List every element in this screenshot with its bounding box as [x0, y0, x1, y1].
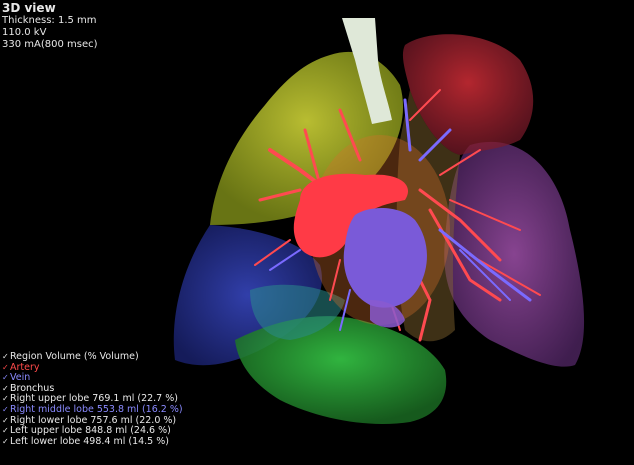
legend-items: ✓Artery ✓Vein ✓Bronchus ✓Right upper lobe 7… — [2, 361, 183, 448]
legend-item[interactable]: ✓Left lower lobe 498.4 ml (14.5 %) — [2, 435, 183, 448]
checkbox-icon[interactable]: ✓ — [2, 405, 9, 416]
legend-item-label: Right middle lobe 553.8 ml (16.2 %) — [10, 403, 183, 415]
legend-item-label: Left upper lobe 848.8 ml (24.6 %) — [10, 425, 171, 437]
legend-item-label: Right upper lobe 769.1 ml (22.7 %) — [10, 393, 178, 405]
checkbox-icon[interactable]: ✓ — [2, 363, 9, 374]
region-volume-legend: ✓Region Volume (% Volume) ✓Artery ✓Vein ✓B… — [2, 351, 183, 448]
checkbox-icon[interactable]: ✓ — [2, 373, 9, 384]
checkbox-icon[interactable]: ✓ — [2, 437, 9, 448]
3d-viewport[interactable]: 3D view Thickness: 1.5 mm 110.0 kV 330 m… — [0, 0, 634, 465]
checkbox-icon[interactable]: ✓ — [2, 352, 9, 363]
checkbox-icon[interactable]: ✓ — [2, 426, 9, 437]
slice-thickness: Thickness: 1.5 mm — [2, 15, 97, 26]
left-atrium — [343, 208, 427, 308]
checkbox-icon[interactable]: ✓ — [2, 384, 9, 395]
scan-info-overlay: 3D view Thickness: 1.5 mm 110.0 kV 330 m… — [2, 1, 98, 51]
legend-item-label: Bronchus — [10, 382, 55, 394]
legend-item-label: Artery — [10, 361, 40, 373]
legend-item-label: Left lower lobe 498.4 ml (14.5 %) — [10, 435, 169, 447]
checkbox-icon[interactable]: ✓ — [2, 416, 9, 427]
legend-item-label: Right lower lobe 757.6 ml (22.0 %) — [10, 414, 177, 426]
legend-item-label: Vein — [10, 372, 31, 384]
tube-voltage: 110.0 kV — [2, 27, 47, 38]
tube-current: 330 mA(800 msec) — [2, 39, 98, 50]
view-title: 3D view — [2, 1, 56, 15]
checkbox-icon[interactable]: ✓ — [2, 394, 9, 405]
